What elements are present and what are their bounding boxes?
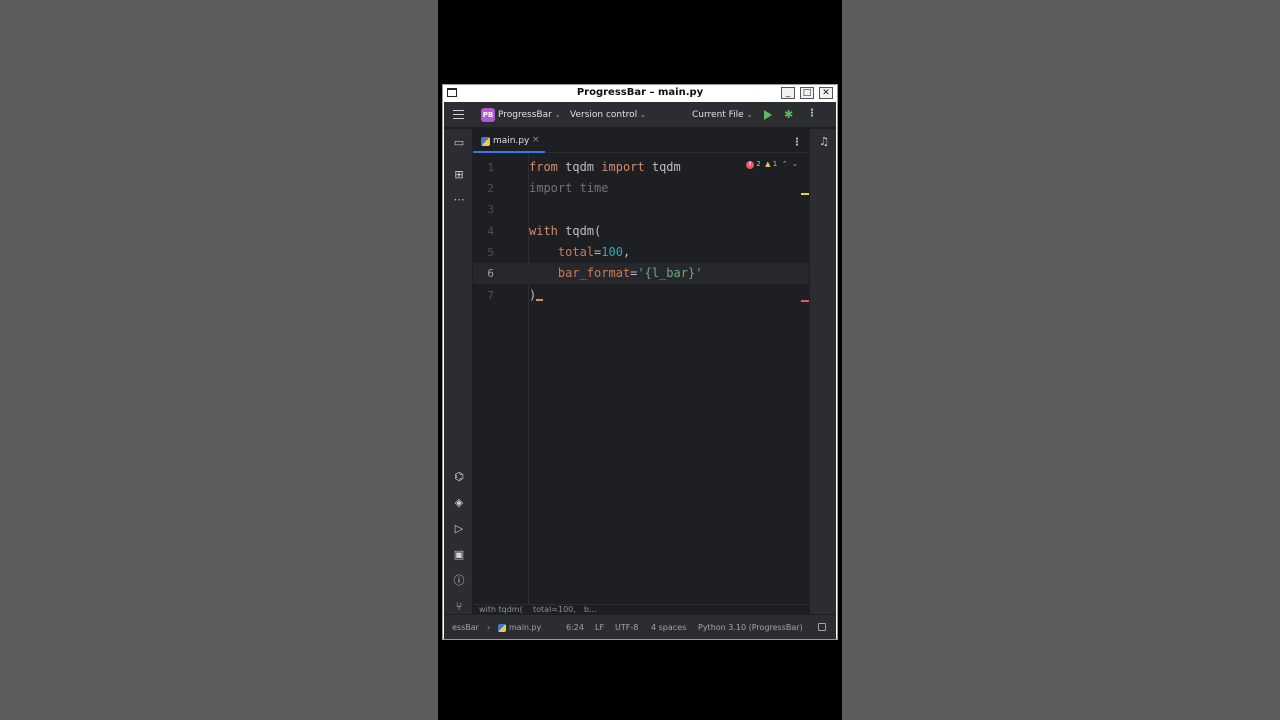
python-packages-icon[interactable]: ◈ — [452, 496, 466, 510]
tab-close-icon[interactable]: × — [532, 135, 540, 145]
close-button[interactable]: ✕ — [819, 87, 833, 99]
breadcrumb-item[interactable]: with tqdm( — [479, 605, 523, 614]
line-number: 7 — [487, 289, 494, 302]
chevron-down-icon: ⌄ — [554, 111, 561, 119]
caret-position[interactable]: 6:24 — [566, 623, 584, 632]
file-encoding[interactable]: UTF-8 — [615, 623, 638, 632]
vcs-widget[interactable]: Version control ⌄ — [570, 110, 646, 120]
window-title: ProgressBar – main.py — [576, 87, 704, 98]
chevron-up-icon[interactable]: ⌃ — [782, 160, 788, 168]
code-text: bar_format='{l_bar}' — [557, 266, 703, 280]
background-right — [842, 0, 1280, 720]
screen: ProgressBar – main.py _ □ ✕ PB ProgressB… — [0, 0, 1280, 720]
notifications-icon[interactable]: ♫ — [817, 135, 831, 149]
text-cursor — [536, 299, 544, 301]
problems-icon[interactable]: ⓘ — [452, 574, 466, 588]
active-tab-indicator — [473, 151, 545, 153]
line-number: 5 — [487, 246, 494, 259]
error-marker[interactable] — [801, 300, 809, 302]
more-actions-icon[interactable]: · · · — [810, 106, 814, 122]
run-icon[interactable] — [764, 110, 772, 120]
line-separator[interactable]: LF — [595, 623, 604, 632]
main-menu-icon[interactable] — [453, 110, 464, 119]
line-number: 2 — [487, 182, 494, 195]
main-toolbar: PB ProgressBar ⌄ Version control ⌄ Curre… — [444, 102, 836, 128]
chevron-down-icon[interactable]: ⌄ — [792, 160, 798, 168]
ide-main: PB ProgressBar ⌄ Version control ⌄ Curre… — [444, 102, 836, 639]
warning-count: 1 — [772, 160, 778, 168]
line-number: 1 — [487, 161, 494, 174]
code-text: total=100, — [557, 245, 631, 259]
warning-marker[interactable] — [801, 193, 809, 195]
python-file-icon — [498, 624, 506, 632]
warning-icon: ▲ — [765, 160, 771, 168]
code-line: 4 with tqdm( — [473, 221, 809, 242]
chevron-down-icon: ⌄ — [746, 111, 753, 119]
inspection-widget[interactable]: ! 2 ▲ 1 ⌃ ⌄ — [746, 160, 798, 169]
python-interpreter[interactable]: Python 3.10 (ProgressBar) — [698, 623, 803, 632]
structure-icon[interactable]: ⊞ — [452, 168, 466, 182]
vcs-label: Version control — [570, 110, 638, 120]
status-project[interactable]: essBar — [452, 623, 479, 632]
tab-label: main.py — [493, 136, 530, 146]
run-config-widget[interactable]: Current File ⌄ — [692, 110, 752, 120]
chevron-down-icon: ⌄ — [640, 111, 646, 119]
tab-options-icon[interactable]: · · · — [795, 135, 799, 151]
line-number: 3 — [487, 203, 494, 216]
code-line: 7 ) — [473, 285, 809, 306]
breadcrumb-item[interactable]: b... — [584, 605, 597, 614]
more-icon[interactable]: ⋯ — [452, 193, 466, 207]
python-console-icon[interactable]: ⌬ — [452, 470, 466, 484]
editor-tabs: main.py × · · · — [473, 129, 809, 153]
project-name: ProgressBar — [498, 110, 552, 120]
ide-window: ProgressBar – main.py _ □ ✕ PB ProgressB… — [442, 84, 838, 640]
minimize-button[interactable]: _ — [781, 87, 795, 99]
line-number: 4 — [487, 225, 494, 238]
error-count: 2 — [756, 160, 761, 168]
python-file-icon — [481, 137, 490, 146]
indent-setting[interactable]: 4 spaces — [651, 623, 686, 632]
code-text: with tqdm( — [529, 224, 602, 238]
maximize-button[interactable]: □ — [800, 87, 814, 99]
project-badge[interactable]: PB — [481, 108, 495, 122]
left-tool-strip: ▭ ⊞ ⋯ ⌬ ◈ ▷ ▣ ⓘ ⑂ — [444, 129, 473, 614]
code-text: ) — [529, 288, 544, 302]
title-bar[interactable]: ProgressBar – main.py _ □ ✕ — [443, 85, 837, 101]
status-bar: essBar › main.py 6:24 LF UTF-8 4 spaces … — [444, 614, 836, 639]
background-left — [0, 0, 438, 720]
project-widget[interactable]: ProgressBar ⌄ — [498, 110, 561, 120]
tab-main-py[interactable]: main.py × — [473, 129, 545, 153]
debug-icon[interactable]: ✱ — [784, 108, 793, 121]
terminal-icon[interactable]: ▣ — [452, 548, 466, 562]
folder-icon[interactable]: ▭ — [452, 136, 466, 150]
lock-icon[interactable] — [818, 623, 826, 631]
code-editor[interactable]: 1 from tqdm import tqdm 2 import time 3 … — [473, 154, 809, 604]
breadcrumb-item[interactable]: total=100, — [533, 605, 576, 614]
code-text: from tqdm import tqdm — [529, 160, 681, 174]
line-number: 6 — [487, 267, 494, 280]
services-icon[interactable]: ▷ — [452, 522, 466, 536]
breadcrumb: with tqdm( total=100, b... — [473, 604, 809, 614]
right-tool-strip: ♫ — [809, 129, 836, 614]
code-line-current: 6 bar_format='{l_bar}' — [473, 263, 809, 284]
chevron-right-icon: › — [487, 623, 491, 632]
run-config-label: Current File — [692, 110, 744, 120]
code-line: 3 — [473, 199, 809, 220]
code-line: 5 total=100, — [473, 242, 809, 263]
code-text: import time — [529, 181, 609, 195]
git-icon[interactable]: ⑂ — [452, 600, 466, 614]
status-file[interactable]: main.py — [509, 623, 541, 632]
code-line: 2 import time — [473, 178, 809, 199]
error-icon: ! — [746, 161, 754, 169]
